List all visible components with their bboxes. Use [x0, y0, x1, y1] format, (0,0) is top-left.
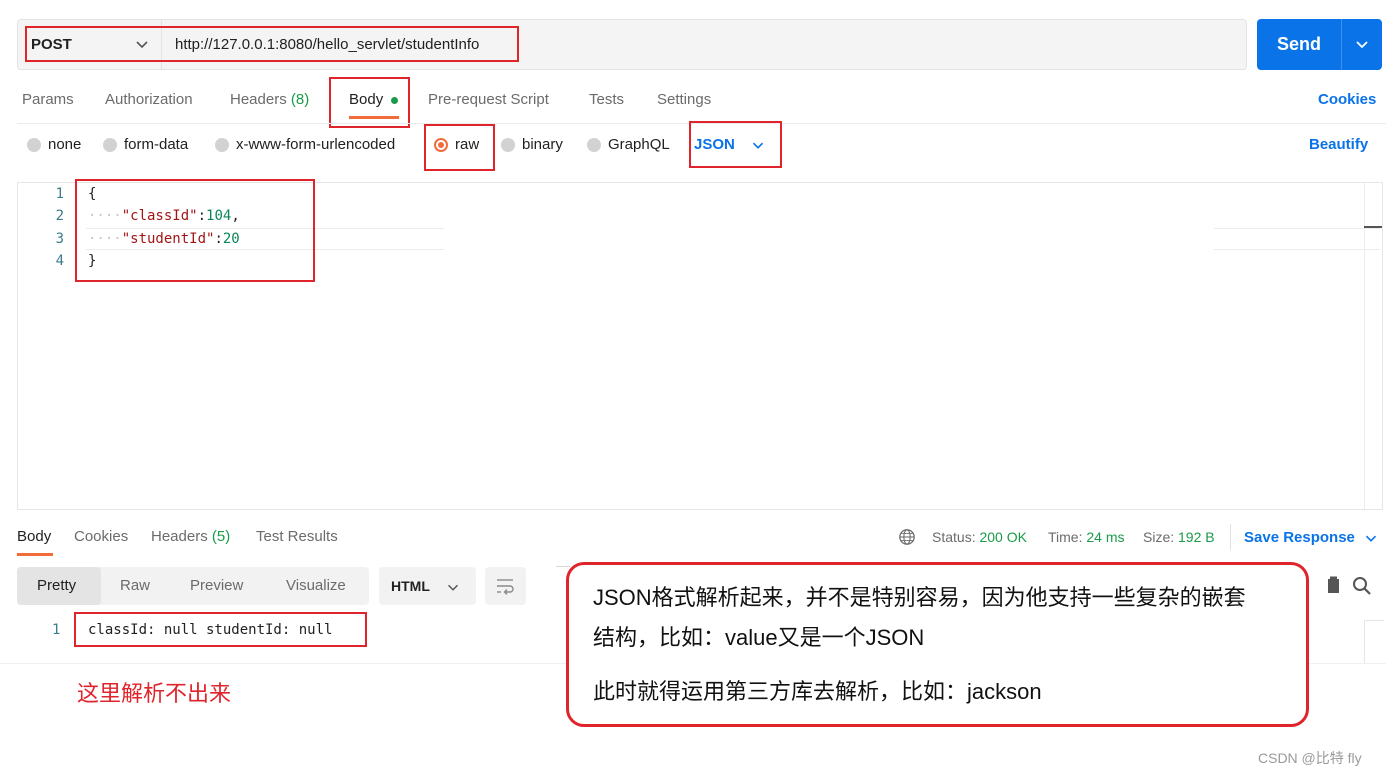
response-headers-label: Headers: [151, 528, 208, 545]
active-tab-underline: [349, 116, 399, 119]
annotation-note: 这里解析不出来: [77, 681, 232, 706]
response-body-line: classId: null studentId: null: [88, 622, 333, 638]
radio-raw[interactable]: raw: [434, 136, 479, 153]
code-line: ····"studentId":20: [88, 231, 240, 247]
tab-settings[interactable]: Settings: [657, 91, 711, 108]
radio-binary[interactable]: binary: [501, 136, 563, 153]
json-value: 20: [222, 231, 240, 247]
code-brace: {: [88, 186, 97, 202]
watermark: CSDN @比特 fly: [1258, 750, 1362, 766]
response-headers-count: (5): [211, 528, 231, 545]
radio-urlencoded-label: x-www-form-urlencoded: [236, 136, 396, 153]
tab-params[interactable]: Params: [22, 91, 74, 108]
json-key: "studentId": [121, 231, 215, 247]
chevron-down-icon[interactable]: [132, 34, 152, 54]
chevron-down-icon[interactable]: [444, 578, 462, 596]
divider: [556, 566, 570, 567]
headers-count: (8): [290, 91, 310, 108]
body-indicator-dot: [391, 97, 398, 104]
radio-graphql-label: GraphQL: [608, 136, 670, 153]
chevron-down-icon[interactable]: [1362, 529, 1380, 547]
response-tab-test-results[interactable]: Test Results: [256, 528, 338, 545]
code-line: {: [88, 186, 96, 202]
response-scrollbar[interactable]: [1364, 620, 1384, 664]
time-value: 24 ms: [1086, 529, 1125, 545]
radio-icon: [587, 137, 601, 152]
json-value: 104: [206, 208, 232, 224]
chevron-down-icon[interactable]: [1352, 34, 1372, 54]
status-value: 200 OK: [979, 529, 1027, 545]
line-number: 1: [52, 622, 61, 638]
radio-form-data[interactable]: form-data: [103, 136, 188, 153]
size-value: 192 B: [1178, 529, 1215, 545]
indent-guide: ····: [88, 231, 122, 247]
annotation-text: 此时就得运用第三方库去解析，比如：jackson: [593, 679, 1042, 704]
size-label: Size:: [1143, 529, 1175, 545]
tab-tests[interactable]: Tests: [589, 91, 624, 108]
method-select[interactable]: POST: [31, 36, 72, 53]
globe-icon[interactable]: [898, 528, 916, 546]
radio-graphql[interactable]: GraphQL: [587, 136, 670, 153]
code-brace: }: [88, 253, 97, 269]
save-response-button[interactable]: Save Response: [1244, 529, 1355, 546]
chevron-down-icon[interactable]: [749, 136, 767, 154]
radio-raw-label: raw: [455, 136, 480, 153]
time-label: Time:: [1048, 529, 1083, 545]
search-icon[interactable]: [1352, 576, 1372, 596]
response-tab-body[interactable]: Body: [17, 528, 51, 545]
divider: [1230, 524, 1231, 550]
view-preview[interactable]: Preview: [190, 577, 243, 594]
response-tab-headers[interactable]: Headers (5): [151, 528, 230, 545]
status-label: Status:: [932, 529, 976, 545]
radio-none-label: none: [48, 136, 82, 153]
view-visualize[interactable]: Visualize: [286, 577, 346, 594]
radio-urlencoded[interactable]: x-www-form-urlencoded: [215, 136, 395, 153]
radio-icon: [501, 137, 515, 152]
line-number: 3: [55, 231, 64, 247]
language-select[interactable]: JSON: [694, 136, 735, 153]
response-size: Size: 192 B: [1143, 529, 1215, 545]
view-raw[interactable]: Raw: [120, 577, 150, 594]
tab-authorization[interactable]: Authorization: [105, 91, 193, 108]
json-key: "classId": [121, 208, 198, 224]
indent-guide: ····: [88, 208, 122, 224]
line-number: 4: [55, 253, 64, 269]
tab-headers-label: Headers: [230, 91, 287, 108]
cookies-link[interactable]: Cookies: [1318, 91, 1376, 108]
view-pretty[interactable]: Pretty: [37, 577, 76, 594]
active-tab-underline: [17, 553, 53, 556]
code-line: ····"classId":104,: [88, 208, 240, 224]
divider: [161, 20, 162, 69]
tab-headers[interactable]: Headers (8): [230, 91, 309, 108]
divider: [17, 123, 1386, 124]
format-select-label: HTML: [391, 578, 430, 594]
code-line: }: [88, 253, 96, 269]
scroll-marker: [1364, 226, 1382, 228]
response-tab-cookies[interactable]: Cookies: [74, 528, 128, 545]
tab-prerequest-script[interactable]: Pre-request Script: [428, 91, 549, 108]
radio-binary-label: binary: [522, 136, 563, 153]
response-status: Status: 200 OK: [932, 529, 1027, 545]
radio-icon: [27, 137, 41, 152]
send-button-label: Send: [1277, 34, 1322, 54]
editor-scrollbar[interactable]: [1364, 183, 1382, 509]
radio-icon: [215, 137, 229, 152]
radio-none[interactable]: none: [27, 136, 81, 153]
divider: [1341, 19, 1342, 70]
tab-body[interactable]: Body: [349, 91, 383, 108]
response-time: Time: 24 ms: [1048, 529, 1125, 545]
wrap-icon: [497, 579, 514, 595]
annotation-text: JSON格式解析起来，并不是特别容易，因为他支持一些复杂的嵌套: [593, 585, 1246, 610]
line-number: 2: [55, 208, 64, 224]
url-input[interactable]: http://127.0.0.1:8080/hello_servlet/stud…: [175, 36, 479, 53]
radio-selected-icon: [434, 137, 448, 152]
line-number: 1: [55, 186, 64, 202]
radio-form-data-label: form-data: [124, 136, 189, 153]
active-line-highlight: [1214, 228, 1380, 250]
copy-icon[interactable]: [1326, 576, 1342, 594]
annotation-text: 结构，比如：value又是一个JSON: [593, 625, 925, 650]
radio-icon: [103, 137, 117, 152]
beautify-button[interactable]: Beautify: [1309, 136, 1368, 153]
